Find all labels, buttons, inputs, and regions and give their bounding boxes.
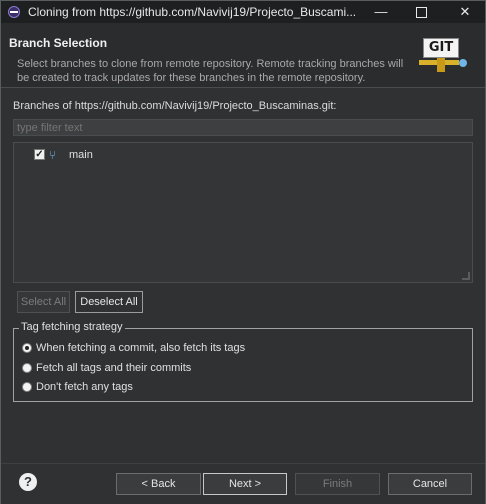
git-logo-dot — [459, 59, 467, 67]
radio-selected-icon[interactable] — [22, 343, 32, 353]
page-description: Select branches to clone from remote rep… — [17, 58, 404, 84]
branches-label: Branches of https://github.com/Navivij19… — [13, 100, 337, 112]
branch-checkbox[interactable]: ✓ — [34, 149, 45, 160]
git-logo-text: GIT — [423, 38, 459, 58]
window-title: Cloning from https://github.com/Navivij1… — [28, 5, 357, 19]
git-logo: GIT — [419, 38, 469, 78]
radio-label: Fetch all tags and their commits — [36, 362, 192, 374]
finish-button[interactable]: Finish — [295, 473, 380, 495]
maximize-button[interactable] — [401, 1, 441, 23]
branch-filter-input[interactable] — [13, 119, 473, 136]
minimize-button[interactable]: — — [361, 1, 401, 23]
help-icon[interactable]: ? — [19, 473, 37, 491]
radio-label: Don't fetch any tags — [36, 381, 133, 393]
clone-wizard-window: Cloning from https://github.com/Navivij1… — [0, 0, 486, 504]
page-title: Branch Selection — [9, 36, 108, 50]
branch-name: main — [69, 149, 93, 161]
close-button[interactable]: ✕ — [445, 1, 485, 23]
cancel-button[interactable]: Cancel — [388, 473, 472, 495]
deselect-all-button[interactable]: Deselect All — [75, 291, 143, 313]
title-bar[interactable]: Cloning from https://github.com/Navivij1… — [1, 1, 485, 23]
wizard-header: Branch Selection Select branches to clon… — [1, 23, 485, 88]
radio-unselected-icon[interactable] — [22, 363, 32, 373]
tag-fetching-title: Tag fetching strategy — [19, 321, 125, 333]
git-logo-stem — [437, 58, 445, 72]
branch-list[interactable]: ✓ ⑂ main — [13, 142, 473, 283]
radio-unselected-icon[interactable] — [22, 382, 32, 392]
select-all-button[interactable]: Select All — [17, 291, 70, 313]
maximize-icon — [415, 7, 427, 19]
back-button[interactable]: < Back — [116, 473, 201, 495]
next-button[interactable]: Next > — [203, 473, 287, 495]
resize-grip[interactable] — [462, 272, 470, 280]
eclipse-app-icon — [8, 6, 20, 18]
branch-icon: ⑂ — [49, 148, 57, 162]
radio-label: When fetching a commit, also fetch its t… — [36, 342, 246, 354]
